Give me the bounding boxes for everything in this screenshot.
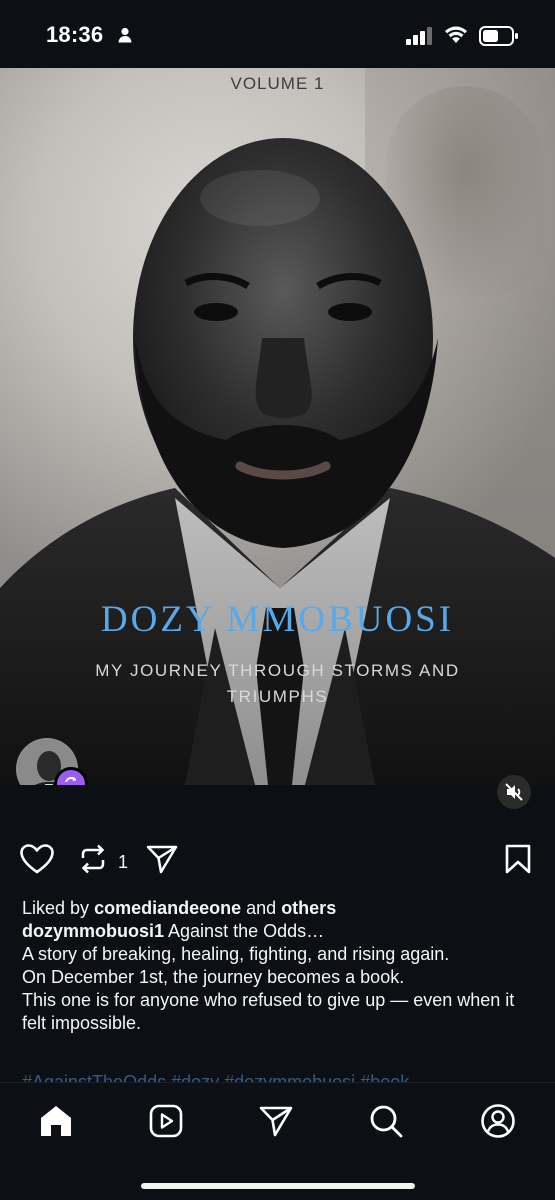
cellular-signal-icon — [406, 27, 434, 50]
likes-prefix: Liked by — [22, 898, 90, 918]
post-media[interactable]: VOLUME 1 DOZY MMOBUOSI MY JOURNEY THROUG… — [0, 68, 555, 785]
person-icon — [118, 27, 132, 48]
nav-search[interactable] — [366, 1101, 406, 1141]
profile-icon — [481, 1104, 515, 1138]
liked-by-user[interactable]: comediandeeone — [94, 898, 241, 918]
cover-author-name: DOZY MMOBUOSI — [100, 599, 455, 640]
caption-username[interactable]: dozymmobuosi1 — [22, 921, 164, 941]
post-actions: 1 — [0, 840, 555, 884]
battery-icon — [479, 26, 519, 51]
cover-volume-label: VOLUME 1 — [230, 74, 325, 93]
home-icon — [41, 1106, 71, 1136]
home-indicator — [141, 1183, 415, 1189]
nav-profile[interactable] — [478, 1101, 518, 1141]
like-button[interactable] — [20, 844, 54, 879]
cover-subtitle: MY JOURNEY THROUGH STORMS AND TRIUMPHS — [95, 661, 460, 706]
search-icon — [370, 1105, 403, 1138]
status-bar: 18:36 — [0, 0, 555, 68]
caption-line: A story of breaking, healing, fighting, … — [22, 944, 450, 964]
likes-and: and — [246, 898, 277, 918]
likes-line[interactable]: Liked by comediandeeone and others — [22, 897, 532, 920]
likes-others-link[interactable]: others — [281, 898, 336, 918]
status-time: 18:36 — [46, 22, 104, 47]
bottom-navigation — [0, 1082, 555, 1200]
share-button[interactable] — [146, 844, 178, 879]
wifi-icon — [444, 24, 468, 49]
caption-first-line: dozymmobuosi1 Against the Odds… — [22, 920, 532, 943]
nav-messages[interactable] — [256, 1101, 296, 1141]
post-caption: Liked by comediandeeone and others dozym… — [22, 897, 532, 1035]
repost-icon — [81, 844, 105, 874]
repost-count: 1 — [118, 852, 129, 872]
caption-line: This one is for anyone who refused to gi… — [22, 990, 515, 1033]
caption-line: On December 1st, the journey becomes a b… — [22, 967, 405, 987]
repost-button[interactable] — [78, 844, 108, 879]
reels-icon — [149, 1104, 183, 1138]
nav-reels[interactable] — [146, 1101, 186, 1141]
paper-plane-icon — [146, 845, 178, 874]
nav-home[interactable] — [36, 1101, 76, 1141]
heart-icon — [20, 844, 54, 874]
caption-headline: Against the Odds… — [168, 921, 325, 941]
mute-button[interactable] — [497, 775, 531, 809]
bookmark-icon — [505, 844, 531, 874]
repost-icon — [65, 777, 77, 783]
paper-plane-icon — [259, 1106, 293, 1137]
save-button[interactable] — [505, 844, 531, 879]
speaker-muted-icon — [505, 783, 523, 801]
